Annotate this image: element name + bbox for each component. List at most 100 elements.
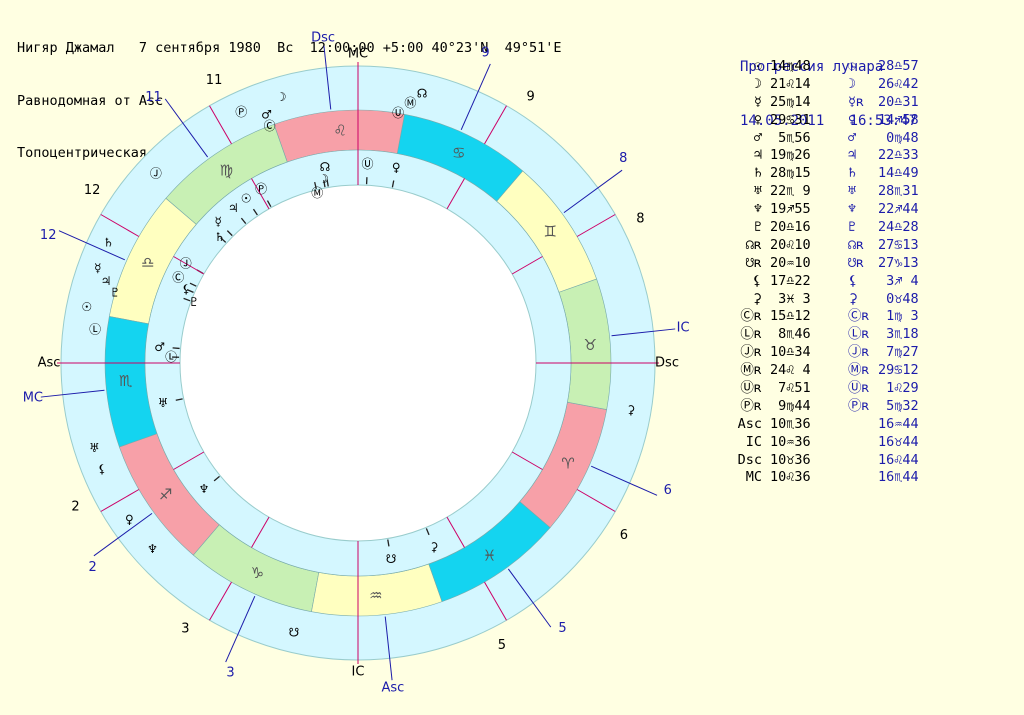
- zodiac-sign-glyph: ♐: [159, 486, 172, 504]
- natal-symbol: Ⓜʀ: [740, 362, 762, 379]
- progressed-symbol: ♄: [848, 165, 857, 182]
- progressed-planet-glyph: ☿: [94, 261, 101, 275]
- natal-symbol: ♀: [753, 111, 762, 128]
- table-row: ☉ 14♍48 ☉ 28♎57: [718, 58, 1018, 76]
- progressed-position: 20♎31: [878, 93, 919, 110]
- natal-planet-glyph: Ⓟ: [255, 182, 267, 196]
- natal-position: 10♏36: [770, 415, 811, 432]
- progressed-symbol: ⚸: [848, 272, 858, 289]
- natal-symbol: Ⓟʀ: [740, 397, 762, 414]
- zodiac-sign-glyph: ♓: [483, 546, 496, 564]
- natal-planet-tick: [172, 347, 180, 350]
- progressed-position: 16♏44: [878, 469, 919, 486]
- table-row: Asc 10♏36 16♒44: [718, 416, 1018, 434]
- natal-position: 14♍48: [770, 58, 811, 74]
- progressed-position: 1♌29: [878, 380, 919, 397]
- natal-position: 10♎34: [770, 344, 811, 361]
- table-row: ⚳ 3♓ 3 ⚳ 0♉48: [718, 291, 1018, 309]
- progressed-planet-glyph: Ⓤ: [392, 106, 404, 120]
- progressed-planet-glyph: Ⓟ: [235, 105, 247, 119]
- natal-planet-glyph: ♀: [392, 161, 401, 175]
- progressed-house-number: 6: [664, 483, 672, 498]
- progressed-symbol: Ⓤʀ: [848, 380, 870, 397]
- natal-planet-glyph: ☿: [215, 214, 222, 228]
- zodiac-sign-glyph: ♈: [561, 455, 574, 473]
- natal-position: 20♎16: [770, 219, 811, 236]
- progressed-symbol: Ⓙʀ: [848, 344, 870, 361]
- progressed-house-number: 5: [558, 621, 566, 636]
- progressed-position: 28♎57: [878, 58, 919, 74]
- zodiac-sign-glyph: ♏: [119, 372, 133, 390]
- progressed-symbol: ♃: [848, 147, 857, 164]
- table-row: MC 10♌36 16♏44: [718, 469, 1018, 487]
- progressed-angle-label: MC: [23, 390, 43, 405]
- natal-house-number: 11: [206, 73, 223, 88]
- natal-symbol: Ⓤʀ: [740, 380, 762, 397]
- natal-position: 10♒36: [770, 433, 811, 450]
- natal-planet-glyph: ♄: [214, 230, 225, 244]
- natal-house-number: 6: [620, 528, 628, 543]
- progressed-planet-glyph: Ⓙ: [150, 167, 162, 181]
- progressed-planet-glyph: ♇: [110, 286, 121, 300]
- progressed-planet-glyph: ⚳: [627, 403, 636, 417]
- progressed-position: 27♋13: [878, 236, 919, 253]
- natal-symbol: ♆: [753, 201, 762, 218]
- progressed-planet-glyph: ♀: [125, 512, 134, 526]
- progressed-position: 26♌42: [878, 75, 919, 92]
- natal-symbol: ♄: [753, 165, 762, 182]
- progressed-symbol: ☋ʀ: [848, 254, 865, 271]
- natal-planet-glyph: Ⓛ: [165, 350, 177, 364]
- progressed-position: 0♍48: [878, 129, 919, 146]
- natal-planet-glyph: ♅: [158, 396, 169, 410]
- natal-planet-glyph: ☉: [241, 191, 252, 205]
- natal-symbol: Ⓙʀ: [740, 344, 762, 361]
- table-row: ♂ 5♏56 ♂ 0♍48: [718, 130, 1018, 148]
- progressed-planet-glyph: ☊: [417, 87, 428, 101]
- natal-position: 28♍15: [770, 165, 811, 182]
- table-row: Ⓛʀ 8♏46 Ⓛʀ 3♏18: [718, 326, 1018, 344]
- progressed-position: 16♒44: [878, 415, 919, 432]
- zodiac-sign-glyph: ♒: [369, 586, 382, 604]
- natal-symbol: ♃: [753, 147, 762, 164]
- natal-planet-glyph: ☋: [386, 552, 397, 566]
- natal-house-number: 5: [498, 638, 506, 653]
- table-row: ♃ 19♍26 ♃ 22♎33: [718, 147, 1018, 165]
- progressed-position: 24♎28: [878, 219, 919, 236]
- progressed-symbol: ☽: [848, 75, 857, 92]
- natal-position: 10♌36: [770, 469, 811, 486]
- natal-position: 10♉36: [770, 451, 811, 468]
- progressed-symbol: ♀: [848, 111, 857, 128]
- progressed-planet-glyph: ☉: [81, 300, 92, 314]
- progressed-planet-glyph: ⚸: [98, 462, 107, 476]
- progressed-position: 16♌44: [878, 451, 919, 468]
- progressed-symbol: ☊ʀ: [848, 236, 865, 253]
- table-row: ☽ 21♌14 ☽ 26♌42: [718, 76, 1018, 94]
- progressed-symbol: ♇: [848, 219, 857, 236]
- positions-table: ☉ 14♍48 ☉ 28♎57 ☽ 21♌14 ☽ 26♌42 ☿ 25♍14 ☿ʀ 20♎31 ♀ 29…: [718, 58, 1018, 487]
- table-row: Ⓤʀ 7♌51 Ⓤʀ 1♌29: [718, 380, 1018, 398]
- zodiac-sign-glyph: ♌: [333, 122, 346, 140]
- natal-house-number: 2: [71, 499, 79, 514]
- progressed-house-number: 9: [481, 46, 489, 61]
- table-row: ☿ 25♍14 ☿ʀ 20♎31: [718, 94, 1018, 112]
- progressed-planet-glyph: ☋: [289, 625, 300, 639]
- natal-house-number: 9: [527, 90, 535, 105]
- progressed-position: 1♍ 3: [878, 308, 919, 325]
- table-row: ☋ʀ 20♒10 ☋ʀ 27♑13: [718, 255, 1018, 273]
- zodiac-sign-glyph: ♎: [141, 253, 154, 271]
- progressed-house-number: 11: [145, 90, 162, 105]
- zodiac-sign-glyph: ♉: [584, 336, 597, 354]
- progressed-position: 16♉44: [878, 433, 919, 450]
- progressed-position: 5♍32: [878, 397, 919, 414]
- progressed-symbol: ♅: [848, 183, 857, 200]
- progressed-position: 14♎49: [878, 165, 919, 182]
- natal-house-number: 12: [84, 183, 101, 198]
- natal-position: 20♌10: [770, 236, 811, 253]
- progressed-symbol: ⚳: [848, 290, 858, 307]
- progressed-position: 3♏18: [878, 326, 919, 343]
- natal-position: 19♍26: [770, 147, 811, 164]
- natal-position: 21♌14: [770, 75, 811, 92]
- table-row: Ⓜʀ 24♌ 4 Ⓜʀ 29♋12: [718, 362, 1018, 380]
- table-row: Ⓒʀ 15♎12 Ⓒʀ 1♍ 3: [718, 308, 1018, 326]
- progressed-position: 27♑13: [878, 254, 919, 271]
